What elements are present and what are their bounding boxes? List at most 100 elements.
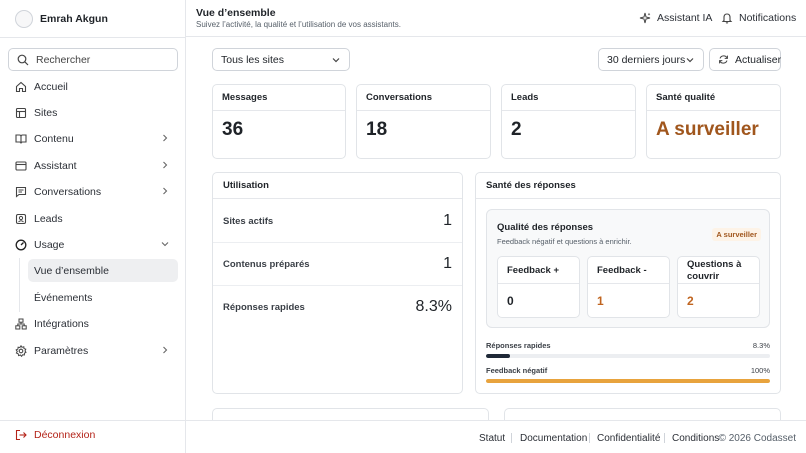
progress-fill-quick (486, 354, 510, 358)
kpi-card-quality: Santé qualité A surveiller (646, 84, 781, 159)
bar-label: Feedback négatif (486, 366, 548, 375)
sidebar-item-conversations[interactable]: Conversations (8, 180, 178, 203)
kpi-label: Conversations (357, 85, 490, 111)
footer-separator (589, 433, 590, 443)
page-title: Vue d’ensemble (196, 7, 276, 19)
chevron-down-icon (685, 55, 695, 68)
sidebar-bottom-divider (0, 420, 185, 421)
user-name: Emrah Akgun (40, 13, 108, 25)
period-select[interactable]: 30 derniers jours (598, 48, 704, 71)
chevron-down-icon (160, 239, 170, 249)
logout-button[interactable]: Déconnexion (15, 429, 95, 441)
refresh-label: Actualiser (735, 53, 782, 66)
sidebar-item-label: Intégrations (34, 317, 89, 330)
search-icon (17, 54, 29, 66)
progress-track (486, 354, 770, 358)
sidebar: Emrah Akgun Rechercher Accueil Sites Con… (0, 0, 186, 453)
sidebar-item-contenu[interactable]: Contenu (8, 127, 178, 150)
footer-link-conditions[interactable]: Conditions (672, 433, 719, 444)
top-header: Vue d’ensemble Suivez l’activité, la qua… (186, 0, 806, 37)
integrations-icon (15, 318, 27, 330)
notifications-label: Notifications (739, 12, 797, 24)
logout-icon (15, 429, 27, 441)
feedback-value: 2 (687, 294, 694, 308)
sidebar-divider (0, 37, 185, 38)
sidebar-subitem-overview[interactable]: Vue d’ensemble (28, 259, 178, 282)
refresh-button[interactable]: Actualiser (709, 48, 781, 71)
feedback-positive-card: Feedback + 0 (497, 256, 580, 318)
sidebar-subitem-events[interactable]: Événements (28, 286, 178, 309)
feedback-label: Feedback - (588, 257, 669, 284)
sidebar-item-assistant[interactable]: Assistant (8, 154, 178, 177)
sidebar-item-label: Sites (34, 106, 58, 119)
search-input[interactable]: Rechercher (8, 48, 178, 71)
footer-link-confidentialite[interactable]: Confidentialité (597, 433, 660, 444)
submenu-line (19, 258, 20, 312)
kpi-value: 18 (366, 119, 388, 140)
main-content: Tous les sites 30 derniers jours Actuali… (186, 37, 806, 420)
kpi-card-conversations: Conversations 18 (356, 84, 491, 159)
chat-icon (15, 186, 27, 198)
sidebar-item-label: Accueil (34, 80, 68, 93)
questions-card: Questions à couvrir 2 (677, 256, 760, 318)
util-row: Réponses rapides 8.3% (213, 286, 462, 329)
gear-icon (15, 344, 27, 357)
footer-link-documentation[interactable]: Documentation (520, 433, 587, 444)
book-icon (15, 133, 27, 145)
bell-icon (721, 12, 733, 24)
health-card: Santé des réponses Qualité des réponses … (475, 172, 781, 394)
site-select[interactable]: Tous les sites (212, 48, 350, 71)
util-label: Réponses rapides (223, 302, 305, 313)
browser-icon (15, 160, 27, 172)
sparkles-icon (639, 12, 651, 24)
sidebar-item-label: Conversations (34, 185, 102, 198)
sidebar-item-accueil[interactable]: Accueil (8, 75, 178, 98)
assistant-ia-button[interactable]: Assistant IA (639, 12, 712, 24)
lower-card-left (212, 408, 489, 420)
status-badge: A surveiller (712, 228, 761, 241)
contact-icon (15, 213, 27, 225)
sidebar-subitem-label: Vue d’ensemble (34, 264, 109, 277)
period-select-value: 30 derniers jours (607, 53, 686, 66)
kpi-value: 2 (511, 119, 522, 140)
card-title: Utilisation (213, 173, 462, 199)
kpi-label: Santé qualité (647, 85, 780, 111)
progress-fill-negative (486, 379, 770, 383)
bar-percent: 8.3% (752, 341, 770, 350)
page-subtitle: Suivez l’activité, la qualité et l’utili… (196, 20, 401, 29)
footer: Statut Documentation Confidentialité Con… (186, 420, 806, 453)
footer-link-statut[interactable]: Statut (479, 433, 505, 444)
util-value: 1 (443, 255, 452, 272)
sidebar-item-label: Contenu (34, 132, 74, 145)
sidebar-item-label: Usage (34, 238, 65, 251)
kpi-label: Messages (213, 85, 345, 111)
quality-title: Qualité des réponses (497, 222, 594, 233)
util-value: 8.3% (415, 298, 452, 315)
sidebar-item-sites[interactable]: Sites (8, 101, 178, 124)
logout-label: Déconnexion (34, 429, 96, 441)
util-value: 1 (443, 212, 452, 229)
feedback-value: 1 (597, 294, 604, 308)
kpi-value: 36 (222, 119, 244, 140)
util-row: Contenus préparés 1 (213, 243, 462, 286)
quality-card: Qualité des réponses Feedback négatif et… (486, 209, 770, 328)
kpi-card-messages: Messages 36 (212, 84, 346, 159)
sidebar-item-parametres[interactable]: Paramètres (8, 339, 178, 362)
chevron-right-icon (160, 160, 170, 170)
user-profile[interactable]: Emrah Akgun (15, 8, 108, 30)
sidebar-item-integrations[interactable]: Intégrations (8, 312, 178, 335)
home-icon (15, 81, 27, 93)
chevron-down-icon (331, 55, 341, 68)
sidebar-subitem-label: Événements (34, 291, 93, 304)
feedback-negative-card: Feedback - 1 (587, 256, 670, 318)
bar-percent: 100% (750, 366, 770, 375)
quality-subtitle: Feedback négatif et questions à enrichir… (497, 237, 632, 246)
chevron-right-icon (160, 133, 170, 143)
sidebar-item-label: Paramètres (34, 344, 89, 357)
sidebar-item-leads[interactable]: Leads (8, 207, 178, 230)
avatar (15, 10, 33, 28)
footer-separator (511, 433, 512, 443)
notifications-button[interactable]: Notifications (721, 12, 796, 24)
sidebar-item-usage[interactable]: Usage (8, 233, 178, 256)
kpi-value: A surveiller (656, 119, 759, 140)
